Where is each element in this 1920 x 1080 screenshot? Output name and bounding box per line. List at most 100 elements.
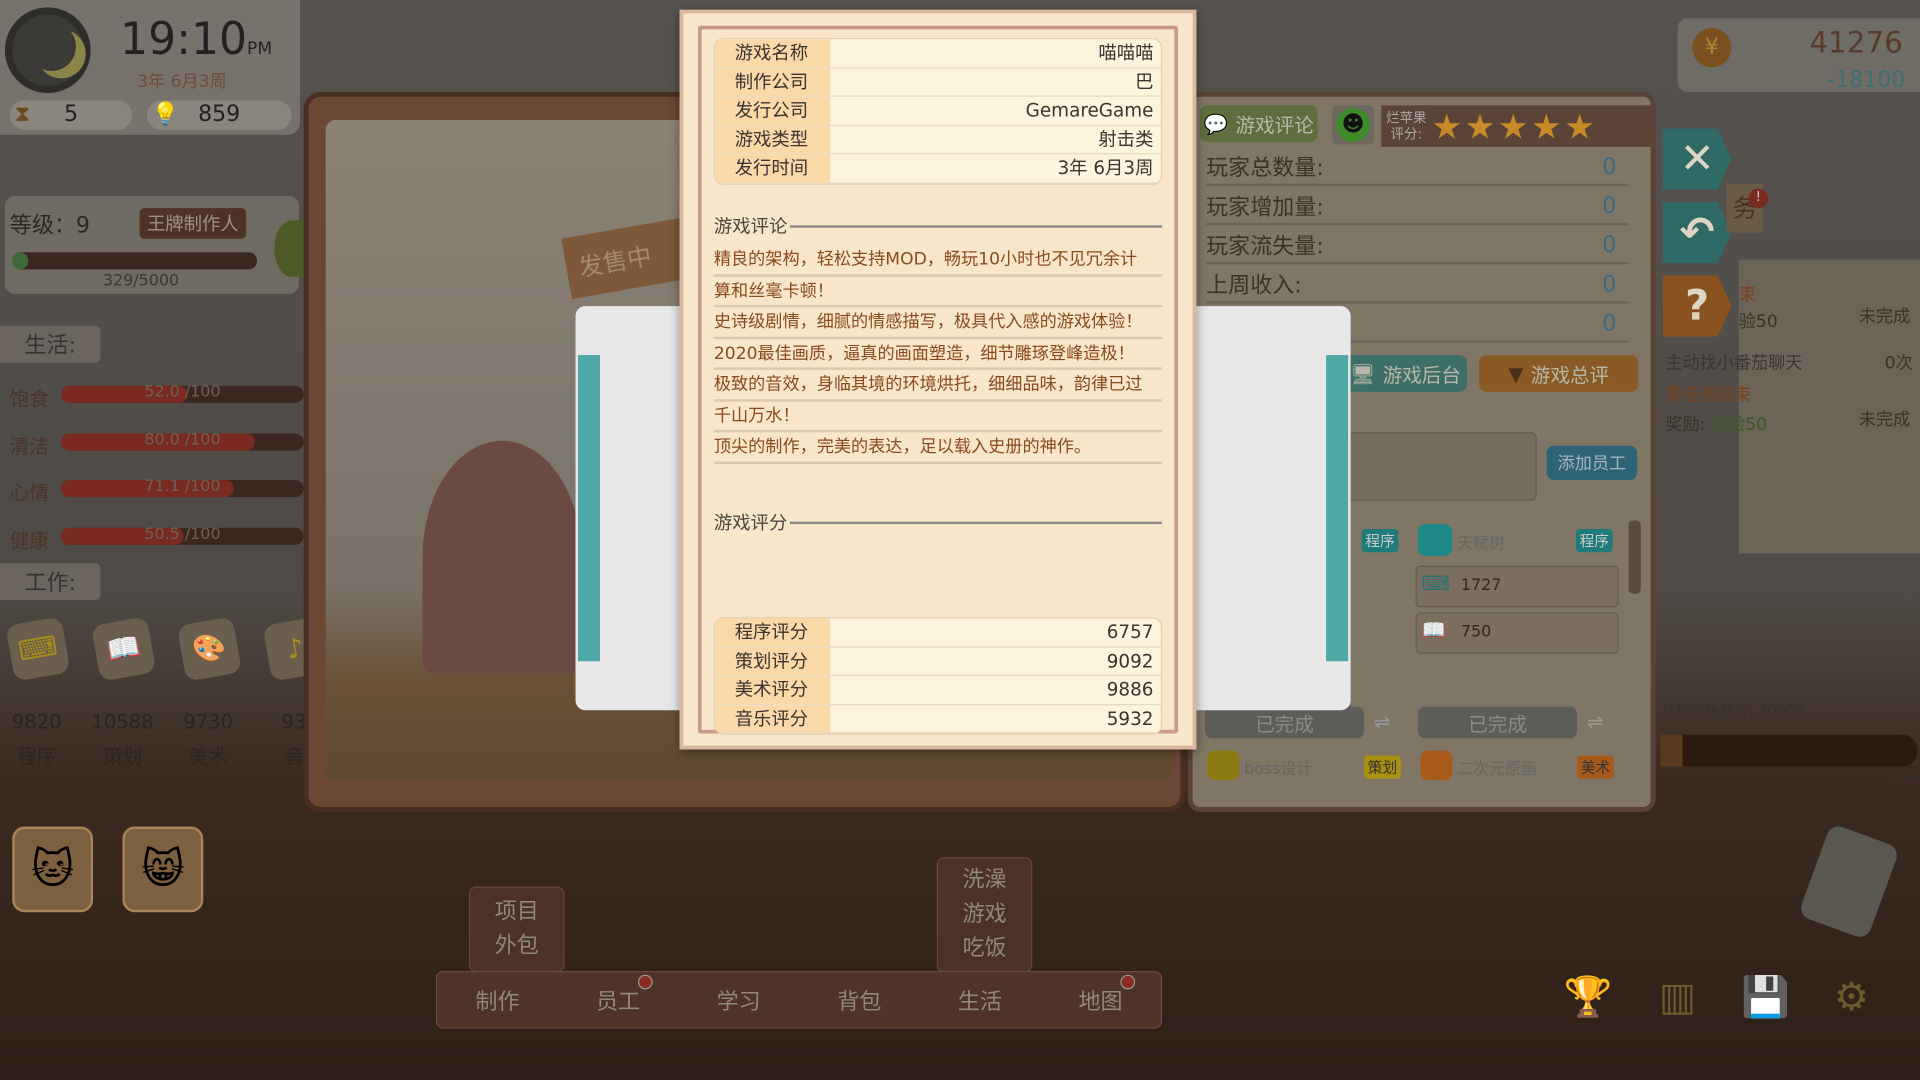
info-value: 3年 6月3周 — [1057, 156, 1154, 179]
swap-icon[interactable]: ⇌ — [1374, 710, 1390, 733]
work-stat-value: 9730 — [183, 710, 234, 734]
completed-button-2[interactable]: 已完成 — [1417, 706, 1578, 739]
nav-item[interactable]: 学习 — [717, 984, 761, 1016]
keyboard-stat-card: ⌨ 1727 — [1415, 565, 1619, 608]
nav-item[interactable]: 制作 — [475, 984, 519, 1016]
add-staff-button[interactable]: 添加员工 — [1546, 445, 1638, 481]
clock: 19:10PM — [120, 15, 272, 65]
work-stat-value: 9820 — [11, 710, 62, 734]
rating-face: ☻ — [1332, 105, 1374, 145]
life-actions-menu[interactable]: 洗澡 游戏 吃饭 — [936, 857, 1033, 973]
life-bar: 80.0 /100 — [61, 430, 304, 451]
life-bar-text: 52.0 /100 — [144, 383, 221, 402]
pencil-icon — [1420, 750, 1453, 781]
phone-icon[interactable] — [1797, 823, 1901, 941]
anime-art-card[interactable]: 二次元原画 — [1457, 756, 1537, 778]
hourglass-icon: ⧗ — [14, 101, 31, 128]
notification-dot — [637, 974, 653, 989]
stat-row: 玩家总数量: 0 — [1206, 149, 1629, 187]
info-row: 游戏名称 喵喵喵 — [715, 39, 1161, 68]
close-button[interactable]: ✕ — [1662, 128, 1732, 190]
nav-label: 学习 — [716, 988, 761, 1015]
score-value: 6757 — [1106, 620, 1154, 643]
score-label: 程序评分 — [715, 618, 831, 646]
star-icon: ★ — [1531, 105, 1562, 147]
talent-tree-label[interactable]: 天赋树 — [1457, 530, 1505, 553]
info-label: 发行公司 — [715, 96, 831, 125]
rating-label-2: 评分: — [1390, 126, 1423, 143]
ampm: PM — [247, 39, 273, 59]
review-line: 算和丝毫卡顿！ — [713, 276, 1163, 308]
ranking-icon[interactable]: ▥ — [1651, 973, 1705, 1027]
info-row: 制作公司 巴 — [715, 67, 1161, 97]
book-icon: 📖 — [1421, 618, 1447, 642]
star-icon: ★ — [1431, 105, 1463, 147]
settings-gear-icon[interactable]: ⚙ — [1824, 973, 1878, 1027]
outsource-button[interactable]: 项目 外包 — [468, 886, 565, 973]
bottom-nav: 制作 员工 学习 背包 生活 地图 — [435, 971, 1163, 1029]
game-review-button[interactable]: 💬 游戏评论 — [1200, 105, 1318, 143]
help-button[interactable]: ? — [1662, 275, 1732, 337]
swap-icon[interactable]: ⇌ — [1587, 710, 1603, 733]
monitor-icon: 🖥 — [1350, 361, 1376, 386]
info-label: 游戏类型 — [715, 125, 831, 154]
question-icon: ? — [1685, 281, 1710, 331]
book-icon[interactable]: 📖 — [91, 616, 157, 682]
time-hud: 19:10PM 3年 6月3周 ⧗ 5 💡 859 — [0, 0, 301, 135]
life-bar-text: 50.5 /100 — [144, 524, 221, 544]
stat-label: 玩家总数量: — [1206, 155, 1324, 182]
review-line: 史诗级剧情，细腻的情感描写，极具代入感的游戏体验！ — [713, 307, 1163, 339]
level-value: 9 — [75, 213, 90, 239]
score-label: 策划评分 — [715, 647, 831, 675]
life-label: 心情 — [9, 481, 49, 505]
back-button[interactable]: ↶ — [1662, 202, 1732, 264]
star-icon: ★ — [1497, 105, 1529, 147]
exp-bar — [12, 252, 258, 270]
play-option[interactable]: 游戏 — [962, 898, 1006, 932]
planning-tag: 策划 — [1364, 755, 1401, 779]
moon-icon — [4, 7, 91, 94]
nav-item[interactable]: 背包 — [837, 984, 881, 1016]
palette-icon[interactable]: 🎨 — [176, 616, 243, 682]
info-label: 游戏名称 — [715, 39, 831, 67]
nav-item[interactable]: 地图 — [1078, 974, 1135, 1016]
score-row: 音乐评分 5932 — [715, 704, 1161, 734]
completed-button-1[interactable]: 已完成 — [1204, 706, 1365, 739]
trophy-icon[interactable]: 🏆 — [1561, 973, 1615, 1027]
level-label: 等级： — [9, 213, 76, 239]
cat-avatar-2[interactable]: 😸 — [122, 826, 204, 913]
nav-item[interactable]: 员工 — [596, 974, 653, 1016]
lightbulb-icon: 💡 — [151, 101, 180, 128]
game-summary-button[interactable]: ▼ 游戏总评 — [1479, 355, 1639, 392]
money-amount: 41276 — [1809, 25, 1903, 61]
back-arrow-icon: ↶ — [1679, 208, 1715, 258]
life-bar: 50.5 /100 — [61, 524, 304, 545]
stat-value: 0 — [1602, 153, 1617, 180]
staff-scrollbar[interactable] — [1628, 520, 1641, 594]
programmer-tag: 程序 — [1361, 528, 1399, 553]
eat-option[interactable]: 吃饭 — [962, 932, 1006, 966]
keyboard-icon: ⌨ — [1421, 571, 1450, 596]
close-icon: ✕ — [1679, 134, 1715, 184]
boss-design-card[interactable]: boss设计 — [1244, 756, 1312, 778]
stat-row: 上周收入: 0 — [1206, 267, 1629, 304]
work-stat-label: 策划 — [102, 744, 143, 768]
rotten-apple-rating: 烂苹果 评分: ★ ★ ★ ★ ★ — [1381, 105, 1654, 147]
game-review-label: 游戏评论 — [1235, 113, 1314, 138]
life-label: 健康 — [9, 528, 49, 552]
bath-option[interactable]: 洗澡 — [962, 863, 1006, 897]
reviews-header: 游戏评论 — [713, 215, 788, 238]
nav-item[interactable]: 生活 — [958, 984, 1002, 1016]
stat-value: 0 — [1602, 232, 1617, 258]
smiley-icon: ☻ — [1335, 107, 1371, 143]
player-title-badge: 王牌制作人 — [139, 208, 247, 239]
work-stat-label: 程序 — [17, 744, 57, 768]
save-icon[interactable]: 💾 — [1739, 973, 1793, 1027]
sub-label: 外包 — [494, 933, 539, 959]
game-backend-button[interactable]: 🖥 游戏后台 — [1344, 355, 1467, 392]
stat-row: 玩家增加量: 0 — [1206, 189, 1629, 226]
keyboard-stat: 1727 — [1460, 576, 1502, 596]
keyboard-icon[interactable]: ⌨ — [5, 616, 71, 682]
life-label: 饱食 — [9, 386, 49, 411]
cat-avatar-1[interactable]: 🐱 — [12, 826, 94, 913]
